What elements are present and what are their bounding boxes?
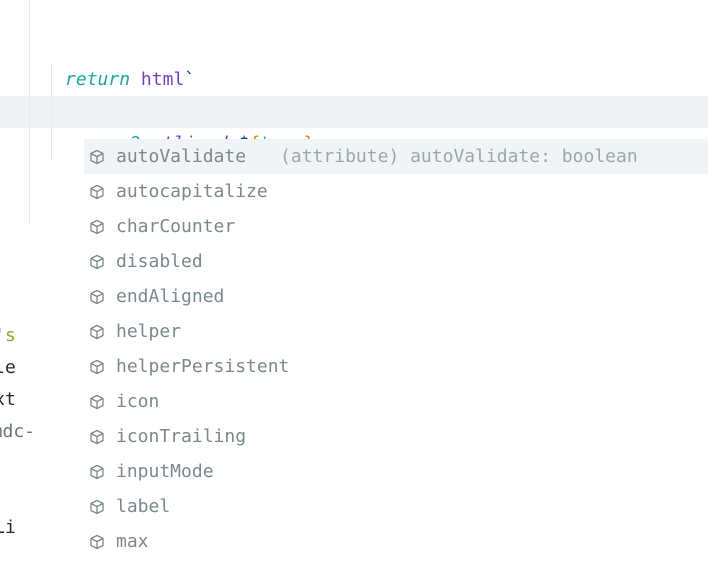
- suggest-item[interactable]: helperPersistent: [84, 349, 708, 384]
- suggest-item-detail: (attribute) autoValidate: boolean: [280, 141, 638, 173]
- suggest-item[interactable]: disabled: [84, 244, 708, 279]
- suggest-item[interactable]: iconTrailing: [84, 419, 708, 454]
- suggest-item-label: helper: [116, 316, 181, 348]
- suggest-item[interactable]: helper: [84, 314, 708, 349]
- suggest-item[interactable]: charCounter: [84, 209, 708, 244]
- suggest-item[interactable]: autoValidate (attribute) autoValidate: bo…: [84, 139, 708, 174]
- suggest-item-label: icon: [116, 386, 159, 418]
- property-icon: [88, 148, 106, 166]
- intellisense-popup[interactable]: autoValidate (attribute) autoValidate: bo…: [84, 139, 708, 559]
- suggest-item-label: max: [116, 526, 149, 558]
- property-icon: [88, 463, 106, 481]
- suggest-item-label: autocapitalize: [116, 176, 268, 208]
- code-line[interactable]: ?outlined=${true}: [0, 64, 708, 96]
- property-icon: [88, 533, 106, 551]
- property-icon: [88, 498, 106, 516]
- suggest-item[interactable]: inputMode: [84, 454, 708, 489]
- code-line[interactable]: <mwc-textfield: [0, 32, 708, 64]
- suggest-item-label: iconTrailing: [116, 421, 246, 453]
- property-icon: [88, 358, 106, 376]
- suggest-item[interactable]: autocapitalize: [84, 174, 708, 209]
- property-icon: [88, 218, 106, 236]
- property-icon: [88, 288, 106, 306]
- property-icon: [88, 183, 106, 201]
- suggest-item[interactable]: label: [84, 489, 708, 524]
- code-line[interactable]: return html`: [0, 0, 708, 32]
- property-icon: [88, 323, 106, 341]
- suggest-item-label: helperPersistent: [116, 351, 289, 383]
- suggest-item-label: charCounter: [116, 211, 235, 243]
- suggest-item[interactable]: endAligned: [84, 279, 708, 314]
- suggest-item-label: disabled: [116, 246, 203, 278]
- suggest-item[interactable]: icon: [84, 384, 708, 419]
- suggest-item-label: inputMode: [116, 456, 214, 488]
- suggest-item-label: autoValidate: [116, 141, 246, 173]
- suggest-item[interactable]: max: [84, 524, 708, 559]
- suggest-item-label: label: [116, 491, 170, 523]
- property-icon: [88, 393, 106, 411]
- property-icon: [88, 253, 106, 271]
- suggest-item-label: endAligned: [116, 281, 224, 313]
- code-line-active[interactable]: [0, 96, 708, 128]
- property-icon: [88, 428, 106, 446]
